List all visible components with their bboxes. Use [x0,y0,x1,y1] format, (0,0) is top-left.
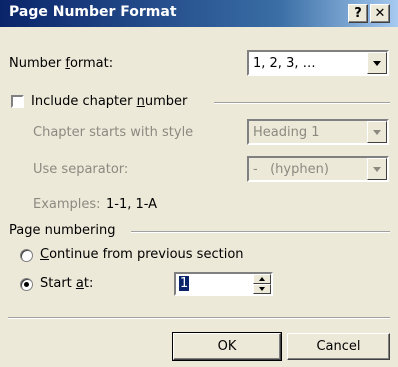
chevron-down-icon [373,61,381,66]
dialog-title: Page Number Format [9,4,177,20]
spin-down-button[interactable] [253,284,271,294]
chevron-down-icon [373,167,381,172]
arrow-down-icon [259,287,265,291]
examples-label: Examples: [33,197,101,212]
separator-value: - (hyphen) [253,162,329,177]
number-format-select[interactable]: 1, 2, 3, … [247,50,389,76]
start-at-radio[interactable] [20,278,33,291]
footer-separator [8,317,390,319]
title-bar: Page Number Format ? ✕ [0,0,398,27]
chapter-starts-with-style-label: Chapter starts with style [33,125,194,140]
chevron-down-icon [373,130,381,135]
spin-up-button[interactable] [253,274,271,284]
chapter-style-select[interactable]: Heading 1 [247,119,389,145]
start-at-spinbox[interactable]: 1 [174,272,273,296]
include-chapter-number-checkbox[interactable] [11,95,24,108]
radio-selected-dot [24,282,29,287]
chapter-group-divider [214,102,390,104]
chapter-style-dropdown-button[interactable] [367,121,387,143]
start-at-value[interactable]: 1 [179,276,190,291]
separator-select[interactable]: - (hyphen) [247,156,389,182]
start-at-label[interactable]: Start at: [40,276,93,291]
help-button[interactable]: ? [348,4,368,23]
ok-button[interactable]: OK [172,332,282,361]
continue-from-previous-radio[interactable] [20,249,33,262]
page-numbering-group-label: Page numbering [9,223,116,238]
number-format-value: 1, 2, 3, … [253,56,316,71]
chapter-style-value: Heading 1 [253,125,320,140]
use-separator-label: Use separator: [33,162,129,177]
cancel-button[interactable]: Cancel [287,333,390,360]
number-format-dropdown-button[interactable] [367,52,387,74]
continue-from-previous-label[interactable]: Continue from previous section [40,247,244,262]
include-chapter-number-label[interactable]: Include chapter number [31,94,187,109]
separator-dropdown-button[interactable] [367,158,387,180]
number-format-label: Number format: [9,56,114,71]
close-button[interactable]: ✕ [370,4,390,23]
examples-value: 1-1, 1-A [106,197,158,212]
arrow-up-icon [259,277,265,281]
page-numbering-divider [131,231,390,233]
